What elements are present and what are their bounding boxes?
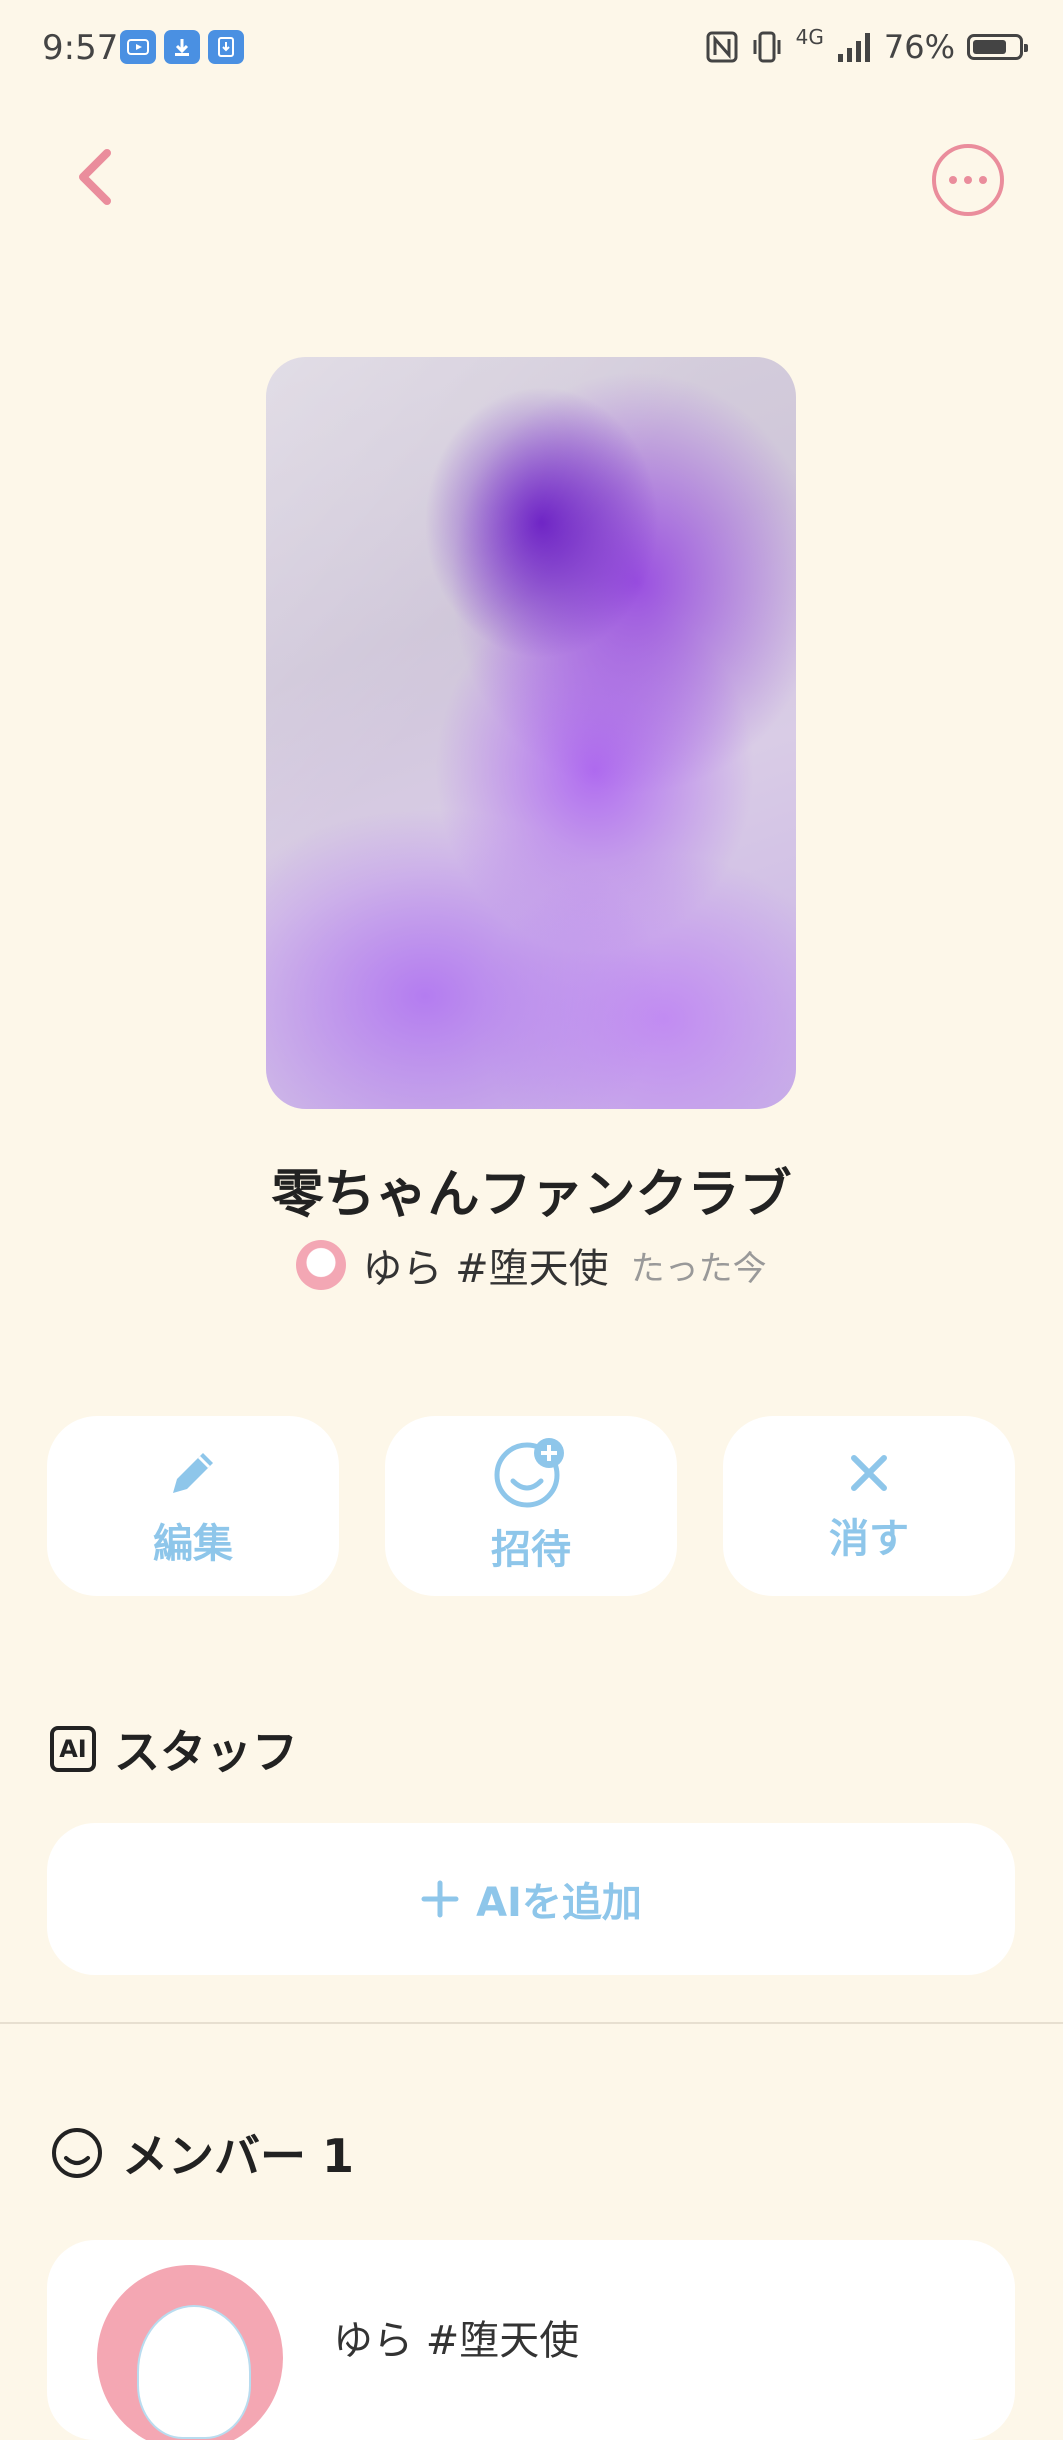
pencil-icon bbox=[173, 1453, 213, 1493]
edit-button[interactable]: 編集 bbox=[47, 1416, 339, 1596]
club-owner-row[interactable]: ゆら #堕天使 たった今 bbox=[0, 1236, 1063, 1294]
invite-label: 招待 bbox=[491, 1527, 571, 1573]
more-button[interactable] bbox=[932, 144, 1004, 216]
members-section-header: メンバー 1 bbox=[50, 2120, 354, 2186]
network-type: 4G bbox=[795, 25, 824, 49]
nfc-icon bbox=[706, 31, 738, 63]
battery-level bbox=[973, 40, 1007, 54]
more-horizontal-icon bbox=[949, 176, 957, 184]
youtube-icon bbox=[120, 30, 156, 64]
owner-name: ゆら #堕天使 bbox=[362, 1246, 609, 1292]
staff-section-header: AI スタッフ bbox=[50, 1716, 298, 1782]
status-time: 9:57 bbox=[42, 28, 119, 68]
battery-percent: 76% bbox=[883, 28, 955, 66]
chevron-left-icon bbox=[79, 149, 111, 205]
add-ai-label: AIを追加 bbox=[476, 1880, 642, 1926]
edit-label: 編集 bbox=[153, 1521, 233, 1567]
staff-title: スタッフ bbox=[114, 1725, 298, 1779]
owner-avatar bbox=[296, 1240, 347, 1290]
signal-4g-icon bbox=[837, 33, 870, 62]
back-button[interactable] bbox=[60, 142, 130, 212]
close-icon bbox=[851, 1455, 887, 1491]
invite-face-icon bbox=[494, 1438, 564, 1508]
delete-label: 消す bbox=[829, 1516, 909, 1562]
download-box-icon bbox=[208, 30, 244, 64]
smile-icon bbox=[52, 2128, 102, 2178]
club-title: 零ちゃんファンクラブ bbox=[271, 1165, 792, 1225]
member-avatar bbox=[97, 2265, 283, 2440]
invite-button[interactable]: 招待 bbox=[385, 1416, 677, 1596]
plus-icon bbox=[421, 1880, 459, 1918]
battery-icon bbox=[967, 34, 1028, 60]
download-icon bbox=[164, 30, 200, 64]
club-cover-image bbox=[266, 357, 796, 1109]
member-list-item[interactable]: ゆら #堕天使 bbox=[47, 2240, 1015, 2440]
ai-icon: AI bbox=[50, 1726, 96, 1772]
member-name: ゆら #堕天使 bbox=[333, 2318, 580, 2364]
delete-button[interactable]: 消す bbox=[723, 1416, 1015, 1596]
post-time: たった今 bbox=[630, 1248, 767, 1289]
section-divider bbox=[0, 2022, 1063, 2024]
vibrate-icon bbox=[753, 31, 781, 63]
add-ai-button[interactable]: AIを追加 bbox=[47, 1823, 1015, 1975]
status-notification-icons bbox=[120, 30, 244, 64]
members-title: メンバー 1 bbox=[122, 2129, 355, 2183]
status-right: 4G 76% bbox=[706, 25, 1028, 66]
